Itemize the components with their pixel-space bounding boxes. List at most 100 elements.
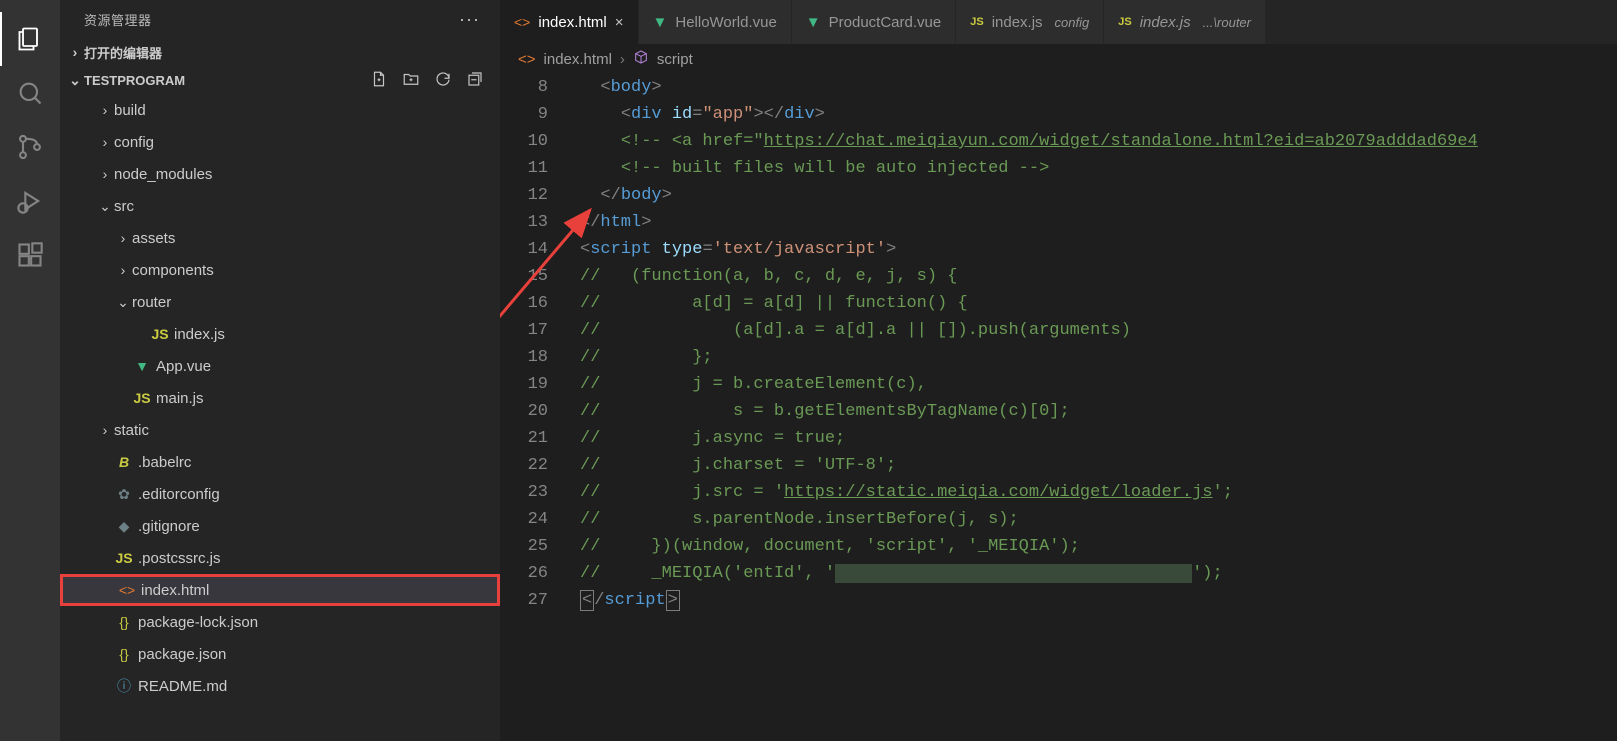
file-index.js[interactable]: JSindex.js <box>60 318 500 350</box>
line-number: 10 <box>500 128 548 155</box>
tree-item-label: static <box>114 422 149 439</box>
project-header[interactable]: ⌄ TESTPROGRAM <box>60 66 500 94</box>
explorer-activity-icon[interactable] <box>0 12 60 66</box>
code-line[interactable]: <script type='text/javascript'> <box>580 236 1617 263</box>
project-name: TESTPROGRAM <box>84 73 185 88</box>
tree-item-label: assets <box>132 230 175 247</box>
code-line[interactable]: </html> <box>580 209 1617 236</box>
file-.editorconfig[interactable]: ✿.editorconfig <box>60 478 500 510</box>
search-activity-icon[interactable] <box>0 66 60 120</box>
open-editors-section[interactable]: › 打开的编辑器 <box>60 38 500 66</box>
code-line[interactable]: // (a[d].a = a[d].a || []).push(argument… <box>580 317 1617 344</box>
new-folder-icon[interactable] <box>402 70 420 91</box>
folder-config[interactable]: ›config <box>60 126 500 158</box>
breadcrumb[interactable]: <> index.html › script <box>500 44 1617 74</box>
chevron-icon: › <box>96 134 114 150</box>
chevron-right-icon: › <box>66 44 84 60</box>
tree-item-label: README.md <box>138 678 227 695</box>
folder-static[interactable]: ›static <box>60 414 500 446</box>
line-number: 12 <box>500 182 548 209</box>
sidebar-title-row: 资源管理器 ··· <box>60 0 500 38</box>
code-line[interactable]: // s.parentNode.insertBefore(j, s); <box>580 506 1617 533</box>
code-line[interactable]: <!-- built files will be auto injected -… <box>580 155 1617 182</box>
file-main.js[interactable]: JSmain.js <box>60 382 500 414</box>
run-debug-activity-icon[interactable] <box>0 174 60 228</box>
code-line[interactable]: // })(window, document, 'script', '_MEIQ… <box>580 533 1617 560</box>
breadcrumb-separator-icon: › <box>620 51 625 68</box>
code-line[interactable]: <body> <box>580 74 1617 101</box>
tree-item-label: router <box>132 294 171 311</box>
tree-item-label: .postcssrc.js <box>138 550 221 567</box>
code-line[interactable]: // s = b.getElementsByTagName(c)[0]; <box>580 398 1617 425</box>
collapse-all-icon[interactable] <box>466 70 484 91</box>
code-line[interactable]: // (function(a, b, c, d, e, j, s) { <box>580 263 1617 290</box>
file-README.md[interactable]: ⓘREADME.md <box>60 670 500 702</box>
tab-index-js[interactable]: JSindex.js...\router <box>1104 0 1266 44</box>
line-number: 14 <box>500 236 548 263</box>
file-index.html[interactable]: <>index.html <box>60 574 500 606</box>
line-number: 9 <box>500 101 548 128</box>
code-line[interactable]: // a[d] = a[d] || function() { <box>580 290 1617 317</box>
line-number: 18 <box>500 344 548 371</box>
tab-label: ProductCard.vue <box>829 14 942 31</box>
chevron-icon: › <box>114 262 132 278</box>
tree-item-label: .editorconfig <box>138 486 220 503</box>
close-icon[interactable]: × <box>615 14 624 31</box>
folder-assets[interactable]: ›assets <box>60 222 500 254</box>
folder-components[interactable]: ›components <box>60 254 500 286</box>
tree-item-label: main.js <box>156 390 204 407</box>
folder-src[interactable]: ⌄src <box>60 190 500 222</box>
line-number: 15 <box>500 263 548 290</box>
open-editors-label: 打开的编辑器 <box>84 43 162 62</box>
source-control-activity-icon[interactable] <box>0 120 60 174</box>
code-line[interactable]: </script> <box>580 587 1617 614</box>
file-.postcssrc.js[interactable]: JS.postcssrc.js <box>60 542 500 574</box>
project-actions <box>370 70 500 91</box>
line-number: 22 <box>500 452 548 479</box>
tab-ProductCard-vue[interactable]: ▼ProductCard.vue <box>792 0 956 44</box>
line-number: 21 <box>500 425 548 452</box>
code-line[interactable]: // j = b.createElement(c), <box>580 371 1617 398</box>
file-.gitignore[interactable]: ◆.gitignore <box>60 510 500 542</box>
extensions-activity-icon[interactable] <box>0 228 60 282</box>
tree-item-label: components <box>132 262 214 279</box>
code-content[interactable]: <body> <div id="app"></div> <!-- <a href… <box>580 74 1617 741</box>
code-editor[interactable]: 89101112131415161718192021222324252627 <… <box>500 74 1617 741</box>
code-line[interactable]: // _MEIQIA('entId', 'xxxxxxxxxxxxxxxxxxx… <box>580 560 1617 587</box>
file-package.json[interactable]: {}package.json <box>60 638 500 670</box>
line-number: 16 <box>500 290 548 317</box>
editor-area: <>index.html×▼HelloWorld.vue▼ProductCard… <box>500 0 1617 741</box>
line-number: 25 <box>500 533 548 560</box>
code-line[interactable]: </body> <box>580 182 1617 209</box>
line-gutter: 89101112131415161718192021222324252627 <box>500 74 580 741</box>
refresh-icon[interactable] <box>434 70 452 91</box>
folder-build[interactable]: ›build <box>60 94 500 126</box>
activity-bar <box>0 0 60 741</box>
tab-index-html[interactable]: <>index.html× <box>500 0 639 44</box>
chevron-down-icon: ⌄ <box>66 72 84 89</box>
file-package-lock.json[interactable]: {}package-lock.json <box>60 606 500 638</box>
chevron-icon: ⌄ <box>96 198 114 215</box>
folder-router[interactable]: ⌄router <box>60 286 500 318</box>
sidebar-title: 资源管理器 <box>84 10 152 29</box>
folder-node_modules[interactable]: ›node_modules <box>60 158 500 190</box>
tab-HelloWorld-vue[interactable]: ▼HelloWorld.vue <box>639 0 792 44</box>
tab-label: HelloWorld.vue <box>675 14 776 31</box>
code-line[interactable]: // j.async = true; <box>580 425 1617 452</box>
code-line[interactable]: <!-- <a href="https://chat.meiqiayun.com… <box>580 128 1617 155</box>
tree-item-label: index.html <box>141 582 209 599</box>
new-file-icon[interactable] <box>370 70 388 91</box>
tab-label: index.html <box>538 14 606 31</box>
code-line[interactable]: // j.charset = 'UTF-8'; <box>580 452 1617 479</box>
file-App.vue[interactable]: ▼App.vue <box>60 350 500 382</box>
tree-item-label: node_modules <box>114 166 212 183</box>
code-line[interactable]: // j.src = 'https://static.meiqia.com/wi… <box>580 479 1617 506</box>
file-.babelrc[interactable]: B.babelrc <box>60 446 500 478</box>
code-line[interactable]: // }; <box>580 344 1617 371</box>
tab-meta: config <box>1055 15 1090 30</box>
explorer-sidebar: 资源管理器 ··· › 打开的编辑器 ⌄ TESTPROGRAM ›build›… <box>60 0 500 741</box>
code-line[interactable]: <div id="app"></div> <box>580 101 1617 128</box>
sidebar-more-icon[interactable]: ··· <box>459 9 480 30</box>
tab-index-js[interactable]: JSindex.jsconfig <box>956 0 1104 44</box>
chevron-icon: › <box>96 102 114 118</box>
